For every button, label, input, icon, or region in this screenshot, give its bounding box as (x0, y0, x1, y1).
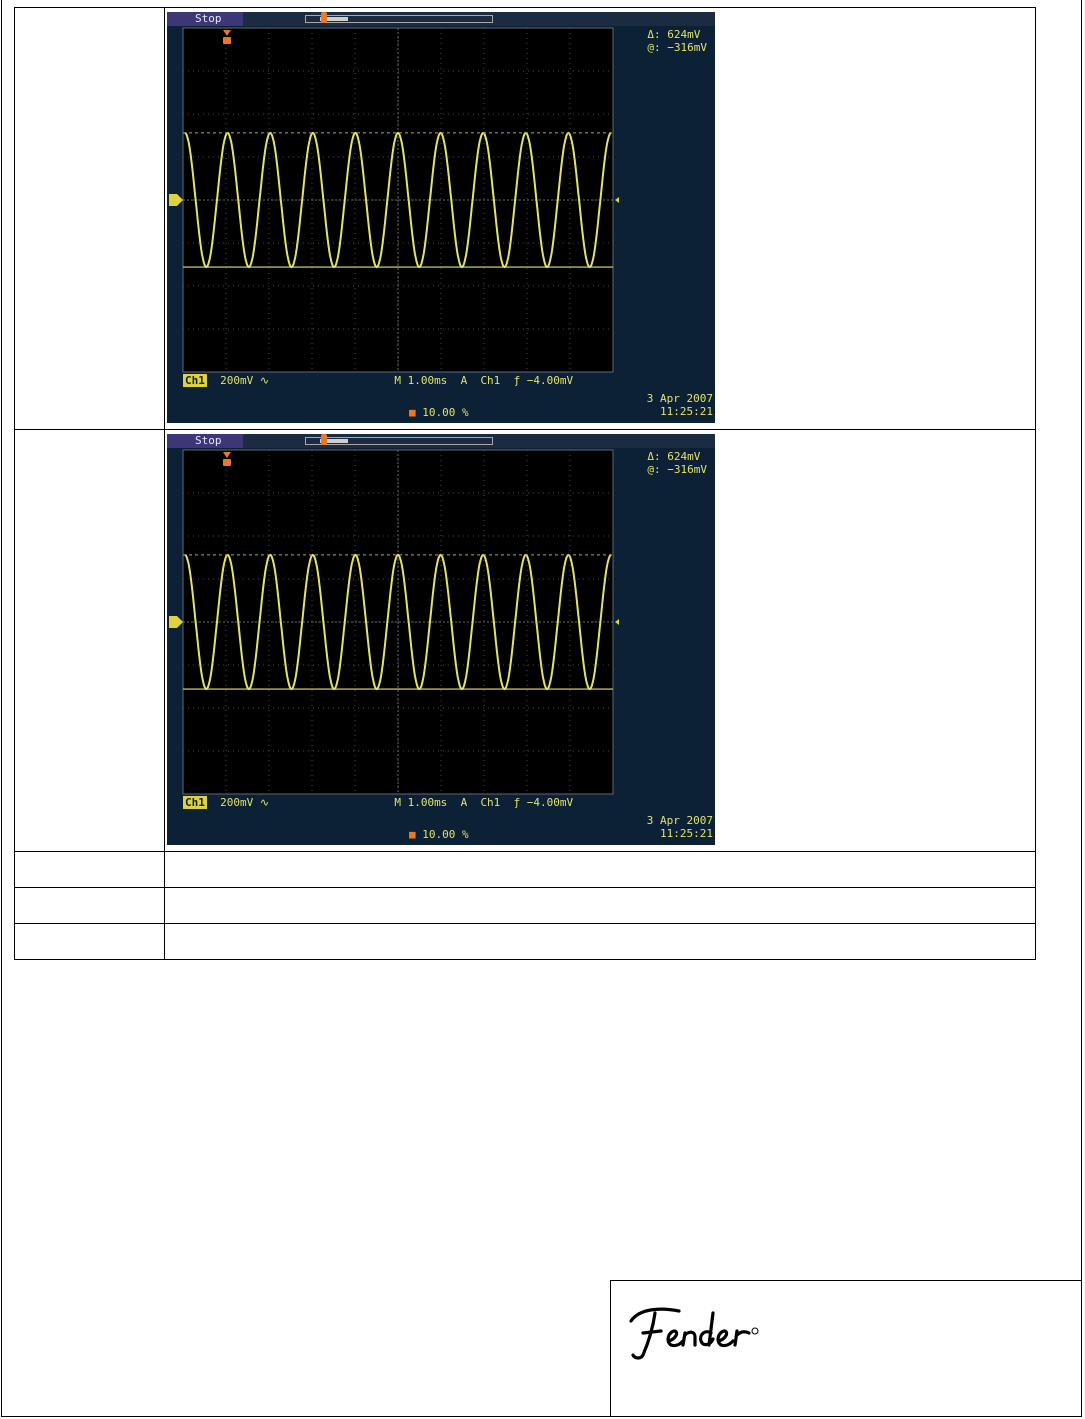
capture-time: 11:25:21 (660, 827, 713, 840)
results-table: Stop Δ: 624mV @: −316mV Ch1 200mV ∿ M 1.… (14, 7, 1036, 960)
label-cell (14, 887, 165, 924)
table-row (14, 923, 1036, 960)
channel-1-ground-marker-icon (169, 616, 183, 628)
trigger-mode: A (460, 796, 468, 809)
scope-settings-bar: Ch1 200mV ∿ M 1.00ms A Ch1 ƒ −4.00mV (183, 796, 703, 809)
oscilloscope-capture: Stop Δ: 624mV @: −316mV Ch1 200mV ∿ M 1.… (167, 434, 715, 845)
at-value: −316mV (667, 463, 707, 476)
oscilloscope-capture: Stop Δ: 624mV @: −316mV Ch1 200mV ∿ M 1.… (167, 12, 715, 423)
vertical-scale: 200mV ∿ (220, 796, 270, 809)
vertical-scale: 200mV ∿ (220, 374, 270, 387)
channel-1-ground-marker-icon (169, 194, 183, 206)
table-row: Stop Δ: 624mV @: −316mV Ch1 200mV ∿ M 1.… (14, 7, 1036, 430)
at-label: @: (647, 463, 661, 476)
cursor-readout: Δ: 624mV @: −316mV (647, 450, 707, 476)
delta-value: 624mV (667, 28, 701, 41)
trigger-position: ■ 10.00 % (409, 406, 469, 419)
trigger-lock-icon: ■ (409, 406, 416, 419)
trigger-lock-icon: ■ (409, 828, 416, 841)
table-row (14, 851, 1036, 888)
label-cell (14, 7, 165, 430)
trigger-position-value: 10.00 % (422, 406, 469, 419)
label-cell (14, 851, 165, 888)
table-row (14, 887, 1036, 924)
timebase: M 1.00ms (394, 796, 448, 809)
label-cell (14, 429, 165, 852)
cursor-readout: Δ: 624mV @: −316mV (647, 28, 707, 54)
trigger-point-marker-icon (223, 37, 231, 44)
fender-logo (629, 1307, 759, 1360)
content-cell: Stop Δ: 624mV @: −316mV Ch1 200mV ∿ M 1.… (164, 7, 1036, 430)
trigger-position: ■ 10.00 % (409, 828, 469, 841)
trigger-level-marker-icon (615, 197, 619, 203)
capture-time: 11:25:21 (660, 405, 713, 418)
content-cell (164, 851, 1036, 888)
trigger-level-marker-icon (615, 619, 619, 625)
timestamp: 3 Apr 2007 11:25:21 (647, 392, 713, 418)
channel-badge: Ch1 (183, 374, 207, 387)
capture-date: 3 Apr 2007 (646, 814, 713, 827)
delta-label: Δ: (647, 450, 661, 463)
trigger-source: Ch1 (480, 796, 501, 809)
trigger-level: ƒ −4.00mV (513, 796, 574, 809)
trigger-level: ƒ −4.00mV (513, 374, 574, 387)
content-cell (164, 923, 1036, 960)
trigger-point-marker-icon (223, 459, 231, 466)
table-row: Stop Δ: 624mV @: −316mV Ch1 200mV ∿ M 1.… (14, 429, 1036, 852)
content-cell: Stop Δ: 624mV @: −316mV Ch1 200mV ∿ M 1.… (164, 429, 1036, 852)
content-cell (164, 887, 1036, 924)
logo-box (610, 1280, 1082, 1417)
delta-label: Δ: (647, 28, 661, 41)
graticule (169, 27, 619, 373)
at-label: @: (647, 41, 661, 54)
graticule (169, 449, 619, 795)
delta-value: 624mV (667, 450, 701, 463)
trigger-source: Ch1 (480, 374, 501, 387)
timebase: M 1.00ms (394, 374, 448, 387)
trigger-position-value: 10.00 % (422, 828, 469, 841)
channel-badge: Ch1 (183, 796, 207, 809)
trigger-mode: A (460, 374, 468, 387)
label-cell (14, 923, 165, 960)
timestamp: 3 Apr 2007 11:25:21 (647, 814, 713, 840)
capture-date: 3 Apr 2007 (646, 392, 713, 405)
at-value: −316mV (667, 41, 707, 54)
scope-settings-bar: Ch1 200mV ∿ M 1.00ms A Ch1 ƒ −4.00mV (183, 374, 703, 387)
